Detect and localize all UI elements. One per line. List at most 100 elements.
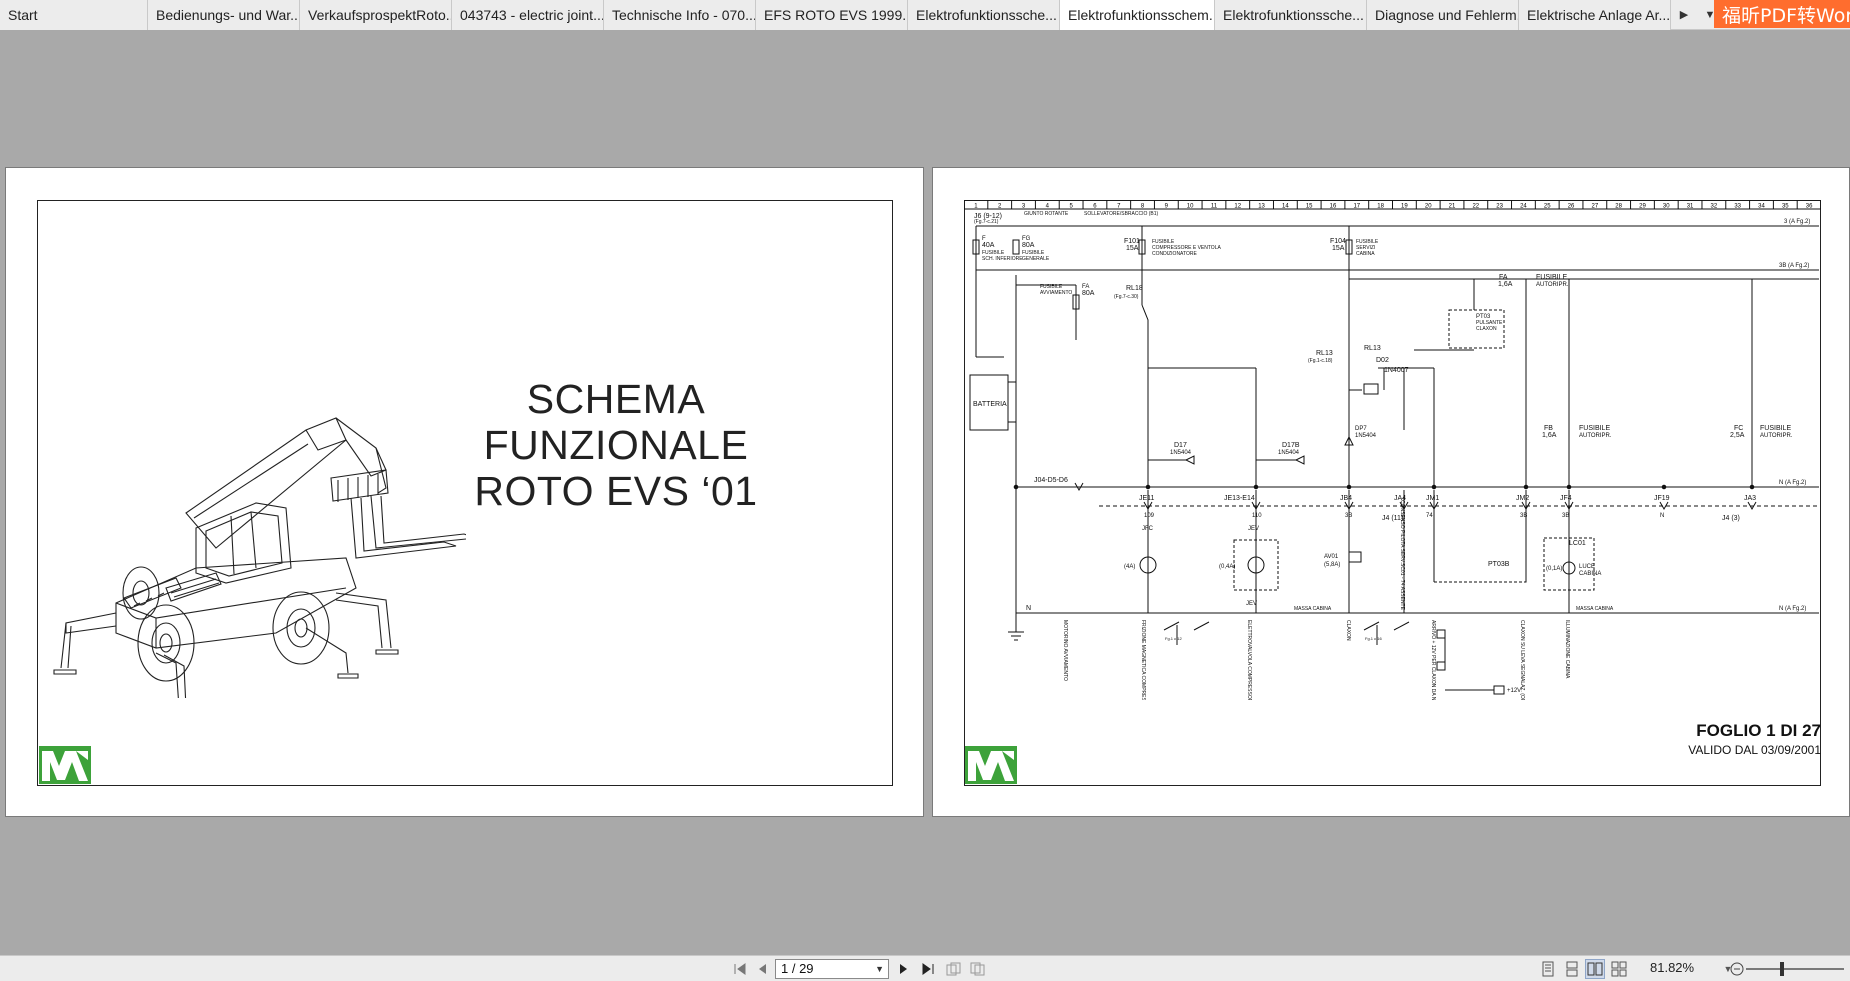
schematic-note-claxon: CLAXON [1345,620,1351,641]
promo-banner[interactable]: 福昕PDF转Wor [1714,0,1850,28]
schematic-label-d02: D02 [1376,357,1389,364]
next-page-icon[interactable] [894,959,914,979]
tab-2[interactable]: VerkaufsprospektRoto... [300,0,452,30]
column-number: 22 [1472,204,1479,210]
previous-view-icon[interactable] [944,959,964,979]
schematic-label-giunto: GIUNTO ROTANTE [1024,211,1069,217]
column-number: 14 [1282,204,1289,210]
schematic-label-w74: 74 [1426,513,1433,519]
manufacturer-logo [965,746,1017,784]
schematic-label-fb-d1: FUSIBILE [1579,425,1610,432]
continuous-facing-view-icon[interactable] [1609,959,1629,979]
column-number: 33 [1734,204,1741,210]
column-number: 11 [1211,204,1218,210]
tab-label: Bedienungs- und War... [156,7,300,23]
tab-label: Elektrofunktionsschem... [1068,7,1215,23]
pdf-page-2: 1 2 3 4 5 6 7 8 9 10 11 12 13 14 15 16 17 18 19 20 21 22 23 24 2… [932,167,1850,817]
continuous-view-icon[interactable] [1562,959,1582,979]
bottom-toolbar: 1 / 29 ▼ 81.82% ▼ [0,955,1850,981]
schematic-label-fg1c12: Fg.1 c.12 [1165,636,1182,641]
column-number: 15 [1306,204,1313,210]
tab-4[interactable]: Technische Info - 070... [604,0,756,30]
tab-5[interactable]: EFS ROTO EVS 1999.... [756,0,908,30]
tab-scroll-right-icon[interactable]: ▶ [1671,0,1697,29]
column-number: 12 [1234,204,1241,210]
schematic-label-lc01-d1: LUCE [1579,564,1595,570]
schematic-label-ev: (0,4A) [1219,564,1235,570]
schematic-label-w3b: 3B [1345,513,1352,519]
schematic-note-frizione: FRIZIONE MAGNETICA COMPRESSORE DEL CONDI… [1140,620,1146,700]
tab-10[interactable]: Elektrische Anlage Ar... [1519,0,1671,30]
page-number-value: 1 / 29 [781,961,814,976]
column-number: 36 [1806,204,1813,210]
schematic-label-pt03-d2: CLAXON [1476,326,1497,332]
schematic-label-j4-3: J4 (3) [1722,515,1740,522]
column-number: 24 [1520,204,1527,210]
tab-1[interactable]: Bedienungs- und War... [148,0,300,30]
schematic-label-jev2: JEV [1246,601,1257,607]
column-number: 34 [1758,204,1765,210]
schematic-label-fc: FC [1734,425,1743,432]
document-title-line2: ROTO EVS ‘01 [474,468,758,514]
zoom-slider-thumb[interactable] [1780,962,1784,976]
tab-label: Diagnose und Fehlerm... [1375,7,1519,23]
page-number-field[interactable]: 1 / 29 ▼ [775,959,889,979]
page-dropdown-icon[interactable]: ▼ [875,960,884,978]
tab-9[interactable]: Diagnose und Fehlerm... [1367,0,1519,30]
schematic-label-c4a: (4A) [1124,564,1135,570]
column-number: 35 [1782,204,1789,210]
schematic-label-fg-d2: GENERALE [1022,256,1050,262]
zoom-out-button[interactable] [1727,959,1747,979]
column-number: 18 [1377,204,1384,210]
single-page-view-icon[interactable] [1538,959,1558,979]
schematic-label-f104: F104 [1330,238,1346,245]
schematic-label-jm2: JM2 [1516,495,1529,502]
schematic-label-ref3: 3 (A Fg.2) [1784,219,1810,225]
schematic-label-fa-d2: AUTORIPR. [1536,282,1569,288]
schematic-label-dp7: DP7 [1355,426,1367,432]
first-page-icon[interactable] [730,959,750,979]
column-number: 17 [1353,204,1360,210]
schematic-label-fc-d2: AUTORIPR. [1760,433,1793,439]
tab-label: Elektrofunktionssche... [916,7,1057,23]
valid-date: VALIDO DAL 03/09/2001 [1688,743,1821,757]
tab-8[interactable]: Elektrofunktionssche... [1215,0,1367,30]
schematic-label-fg-a: 80A [1022,242,1035,249]
schematic-label-w110: 110 [1252,513,1262,519]
schematic-label-jev: JEV [1248,526,1259,532]
schematic-label-f104-d3: CABINA [1356,251,1375,257]
schematic-note-motorino: MOTORINO AVVIAMENTO [1062,620,1068,681]
schematic-note-elettrovalvola: ELETTROVALVOLA COMPRESSORE DEL CONDIZION… [1246,620,1252,700]
document-title-line1: SCHEMA FUNZIONALE [483,376,749,468]
last-page-icon[interactable] [918,959,938,979]
tab-0[interactable]: Start [0,0,148,30]
schematic-label-fg7: (Fg.7-c.21) [974,219,999,225]
tab-7[interactable]: Elektrofunktionsschem...× [1060,0,1215,30]
schematic-label-jfc: JFC [1142,526,1154,532]
zoom-slider[interactable] [1746,962,1844,976]
tab-6[interactable]: Elektrofunktionssche... [908,0,1060,30]
schematic-label-fc-d1: FUSIBILE [1760,425,1791,432]
schematic-label-f104-a: 15A [1332,245,1345,252]
tab-label: Elektrische Anlage Ar... [1527,7,1671,23]
schematic-label-rl18-ref: (Fg.7-c.30) [1114,294,1139,300]
tab-label: Start [8,7,38,23]
schematic-label-d17: D17 [1174,442,1187,449]
facing-view-icon[interactable] [1585,959,1605,979]
column-number: 23 [1496,204,1503,210]
schematic-label-w3b3: 3B [1562,513,1569,519]
zoom-level[interactable]: 81.82% [1650,960,1694,975]
column-number: 30 [1663,204,1670,210]
tab-3[interactable]: 043743 - electric joint... [452,0,604,30]
schematic-label-f-d2: SCH. INFERIORE [982,256,1023,262]
column-number: 26 [1568,204,1575,210]
schematic-label-sollevato: SOLLEVATORE/SBRACCIO (B1) [1084,211,1159,217]
column-number: 25 [1544,204,1551,210]
schematic-note-consenso: CONSENSO PILOTA SERV.SC01 - 74 ASSENTE [1399,500,1405,611]
schematic-label-fa-av-d2: AVVIAMENTO [1040,290,1072,296]
schematic-label-d17b-t: 1N5404 [1278,450,1300,456]
next-view-icon[interactable] [968,959,988,979]
schematic-label-fc-a: 2,5A [1730,432,1745,439]
previous-page-icon[interactable] [752,959,772,979]
schematic-label-w3b2: 3B [1520,513,1527,519]
